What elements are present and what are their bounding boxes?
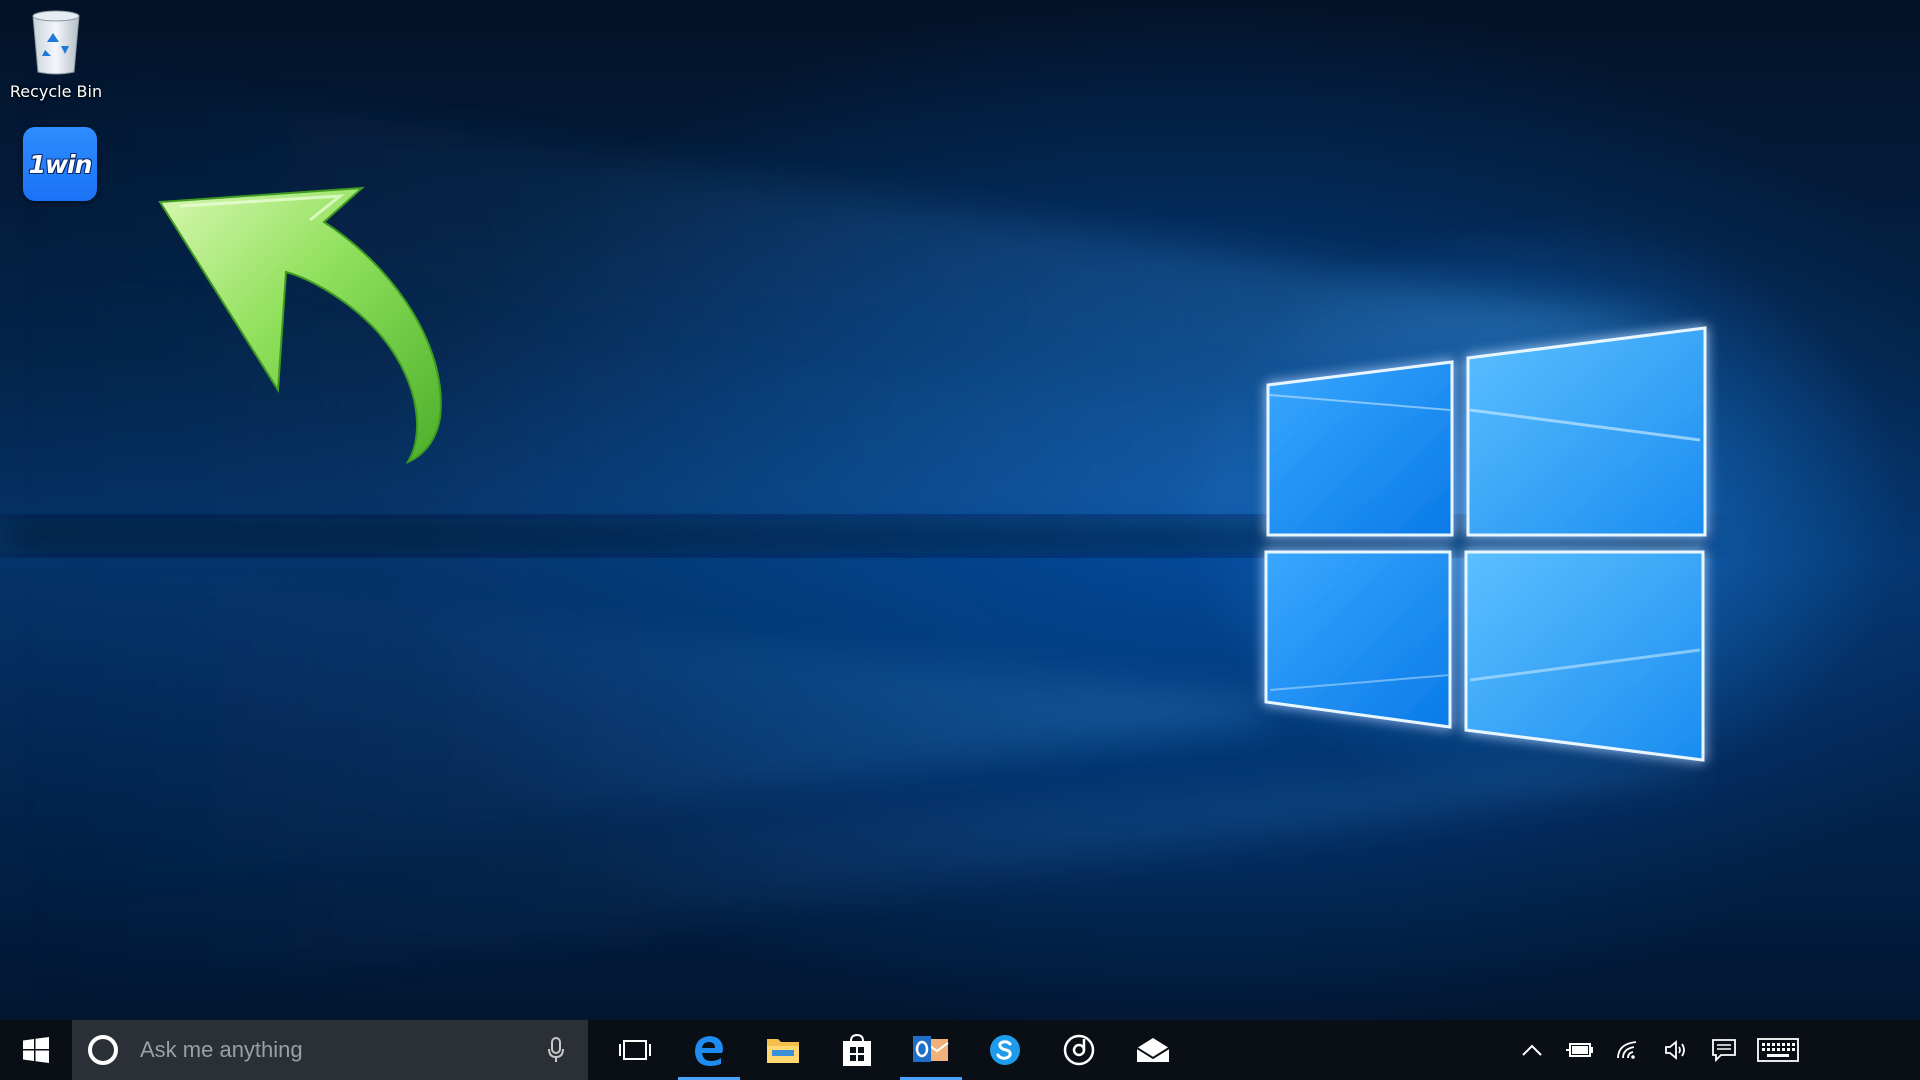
- touch-keyboard-button[interactable]: [1748, 1020, 1808, 1080]
- search-box[interactable]: [72, 1020, 588, 1080]
- file-explorer-button[interactable]: [746, 1020, 820, 1080]
- wallpaper: [0, 60, 1707, 1020]
- edge-taskbar-button[interactable]: [672, 1020, 746, 1080]
- power-button[interactable]: [1556, 1020, 1604, 1080]
- edge-icon: [695, 1036, 723, 1066]
- skype-icon: [990, 1035, 1020, 1065]
- outlook-icon: [913, 1036, 949, 1062]
- battery-icon: [1566, 1043, 1593, 1057]
- action-center-icon: [1712, 1039, 1736, 1062]
- task-view-icon: [619, 1040, 651, 1060]
- music-icon: [1063, 1034, 1095, 1066]
- 1win-logo-text: 1win: [28, 149, 93, 179]
- task-view-button[interactable]: [598, 1020, 672, 1080]
- mail-icon: [1136, 1038, 1170, 1062]
- desktop[interactable]: Recycle Bin 1win: [0, 0, 1920, 1020]
- action-center-button[interactable]: [1700, 1020, 1748, 1080]
- store-icon: [843, 1033, 871, 1066]
- folder-icon: [767, 1039, 799, 1063]
- microphone-icon[interactable]: [536, 1020, 576, 1080]
- system-tray: [1508, 1020, 1808, 1080]
- recycle-bin-label: Recycle Bin: [9, 82, 103, 101]
- show-hidden-icons-button[interactable]: [1508, 1020, 1556, 1080]
- volume-icon: [1665, 1040, 1685, 1060]
- outlook-button[interactable]: [894, 1020, 968, 1080]
- volume-button[interactable]: [1652, 1020, 1700, 1080]
- cortana-icon: [88, 1035, 118, 1065]
- groove-music-button[interactable]: [1042, 1020, 1116, 1080]
- windows-logo-icon: [23, 1037, 49, 1063]
- wifi-icon: [1617, 1041, 1637, 1059]
- green-arrow-icon: [158, 186, 442, 465]
- recycle-bin-icon: [32, 10, 80, 75]
- chevron-up-icon: [1522, 1044, 1542, 1056]
- 1win-shortcut[interactable]: 1win: [12, 127, 108, 201]
- recycle-bin-shortcut[interactable]: Recycle Bin: [8, 6, 104, 101]
- skype-button[interactable]: [968, 1020, 1042, 1080]
- store-button[interactable]: [820, 1020, 894, 1080]
- 1win-app-icon: 1win: [23, 127, 97, 201]
- start-button[interactable]: [0, 1020, 72, 1080]
- keyboard-icon: [1757, 1038, 1799, 1062]
- taskbar: [0, 1020, 1920, 1080]
- mail-button[interactable]: [1116, 1020, 1190, 1080]
- network-button[interactable]: [1604, 1020, 1652, 1080]
- search-input[interactable]: [138, 1036, 536, 1064]
